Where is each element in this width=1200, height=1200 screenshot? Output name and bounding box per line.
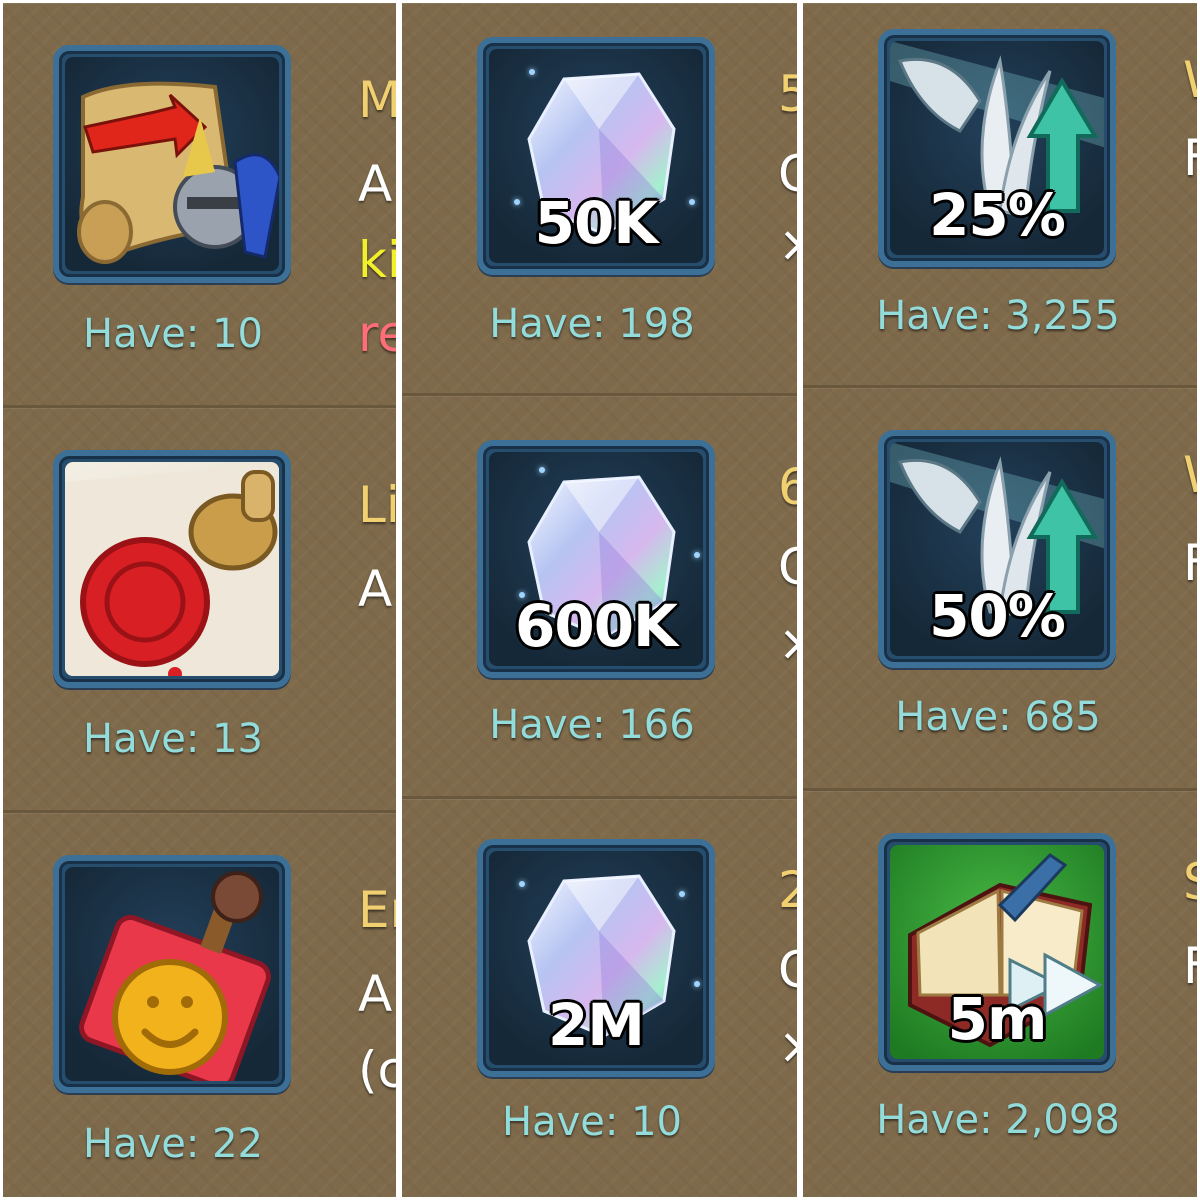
gem-icon: 600K [489,452,703,666]
item-desc-fragment: × [778,614,797,672]
item-row[interactable]: 25% Have: 3,255 W F [803,3,1197,388]
item-desc-fragment: A [358,155,393,213]
item-row[interactable]: 600K Have: 166 6 C × [402,396,797,799]
speedup-duration: 5m [947,985,1048,1053]
have-count: Have: 10 [83,311,263,357]
wax-seal-stamp-icon [65,462,279,676]
research-book-speedup-icon: 5m [890,845,1104,1059]
item-icon-frame[interactable]: 50% [878,430,1116,668]
item-title-fragment: M [358,71,396,129]
item-row[interactable]: 50% Have: 685 W F [803,388,1197,791]
item-title-fragment: S [1183,853,1197,911]
item-title-fragment: 2 [778,861,797,919]
item-title-fragment: 5 [778,65,797,123]
wing-boost-arrow-icon: 25% [890,41,1104,255]
item-title-fragment: 6 [778,458,797,516]
have-count: Have: 22 [83,1121,263,1167]
item-row[interactable]: Have: 13 Li A [3,408,396,813]
item-row[interactable]: Have: 22 Er A (c [3,813,396,1197]
item-icon-frame[interactable]: 25% [878,29,1116,267]
item-desc-fragment: A [358,965,393,1023]
item-desc-fragment: A [358,560,393,618]
item-row[interactable]: Have: 10 M A ki re [3,3,396,408]
item-desc-fragment: (c [358,1041,396,1099]
item-icon-frame[interactable] [53,45,291,283]
have-count: Have: 198 [489,301,695,347]
item-column-3: 25% Have: 3,255 W F 50% [803,3,1197,1197]
pack-amount: 600K [514,592,678,660]
item-desc-fragment: C [778,538,797,596]
have-count: Have: 2,098 [876,1097,1120,1143]
item-column-2: 50K Have: 198 5 C × [402,3,797,1197]
kingdom-scroll-knight-icon [65,57,279,271]
item-title-fragment: Li [358,476,396,534]
item-desc-fragment: F [1183,937,1197,995]
item-icon-frame[interactable] [53,855,291,1093]
item-icon-frame[interactable]: 5m [878,833,1116,1071]
wing-boost-arrow-icon: 50% [890,442,1104,656]
item-desc-fragment: × [778,215,797,273]
item-title-fragment: Er [358,881,396,939]
item-icon-frame[interactable]: 50K [477,37,715,275]
have-count: Have: 13 [83,716,263,762]
have-count: Have: 10 [502,1099,682,1145]
item-desc-fragment: C [778,145,797,203]
item-desc-fragment: F [1183,534,1197,592]
boost-percent: 25% [929,181,1066,249]
item-icon-frame[interactable]: 600K [477,440,715,678]
have-count: Have: 685 [895,694,1101,740]
item-desc-fragment: ki [358,231,396,289]
gem-icon: 2M [489,851,703,1065]
item-icon-frame[interactable]: 2M [477,839,715,1077]
item-row[interactable]: 50K Have: 198 5 C × [402,3,797,396]
item-column-1: Have: 10 M A ki re Have: 13 Li A Have: 2… [3,3,396,1197]
item-title-fragment: W [1183,446,1197,504]
item-desc-fragment: × [778,1017,797,1075]
boost-percent: 50% [929,582,1066,650]
pack-amount: 2M [547,991,645,1059]
have-count: Have: 3,255 [876,293,1120,339]
item-desc-fragment: re [358,305,396,363]
item-row[interactable]: 5m Have: 2,098 S F [803,791,1197,1197]
gem-icon: 50K [489,49,703,263]
item-desc-fragment: F [1183,129,1197,187]
item-collage: Have: 10 M A ki re Have: 13 Li A Have: 2… [0,0,1200,1200]
item-row[interactable]: 2M Have: 10 2 C × [402,799,797,1197]
gold-stamp-icon [65,867,279,1081]
item-icon-frame[interactable] [53,450,291,688]
item-desc-fragment: C [778,941,797,999]
pack-amount: 50K [534,189,659,257]
have-count: Have: 166 [489,702,695,748]
item-title-fragment: W [1183,51,1197,109]
